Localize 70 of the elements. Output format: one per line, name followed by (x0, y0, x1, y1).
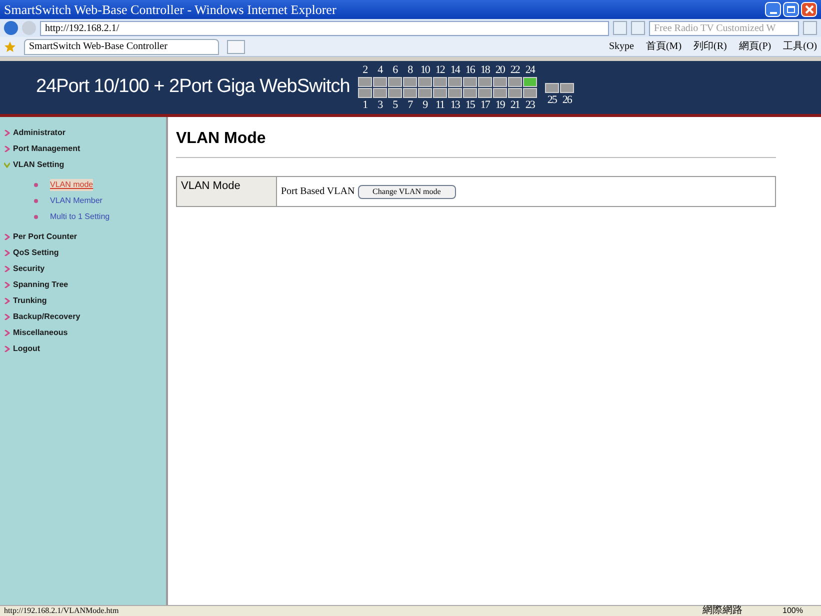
zoom-level[interactable]: 100% (782, 606, 803, 616)
port-number: 26 (561, 94, 573, 106)
port-number: 5 (392, 99, 399, 111)
sidebar-item[interactable]: Administrator (4, 125, 166, 141)
port-number: 24 (524, 64, 536, 76)
port-number: 13 (449, 99, 461, 111)
change-mode-button[interactable]: Change VLAN mode (358, 184, 456, 198)
port-number: 9 (422, 99, 429, 111)
sidebar-item[interactable]: Security (4, 261, 166, 277)
browser-tab[interactable]: SmartSwitch Web-Base Controller (24, 38, 219, 54)
stop-button[interactable] (631, 21, 645, 35)
port-number: 12 (434, 64, 446, 76)
sidebar-item[interactable]: Trunking (4, 293, 166, 309)
port-number: 15 (464, 99, 476, 111)
banner-title: 24Port 10/100 + 2Port Giga WebSwitch (36, 75, 350, 100)
toolbar-button[interactable]: 列印(R) (694, 39, 727, 54)
star-icon[interactable] (4, 40, 16, 52)
new-tab-button[interactable] (227, 40, 245, 54)
bullet-icon (34, 199, 38, 203)
window-title: SmartSwitch Web-Base Controller - Windows Internet Explorer (4, 0, 336, 19)
refresh-button[interactable] (613, 21, 627, 35)
table-cell-text: Port Based VLAN (281, 185, 355, 199)
search-field[interactable]: Free Radio TV Customized W (649, 20, 799, 36)
port-number: 4 (376, 64, 384, 76)
port-number: 23 (524, 99, 536, 111)
toolbar-button[interactable]: 工具(O) (783, 39, 817, 54)
port-number: 11 (434, 99, 446, 111)
sidebar-item[interactable]: Backup/Recovery (4, 309, 166, 325)
page-heading: VLAN Mode (176, 127, 776, 158)
toolbar-button[interactable]: 網頁(P) (738, 39, 772, 54)
bullet-icon (34, 215, 38, 219)
sidebar-item[interactable]: Spanning Tree (4, 277, 166, 293)
bullet-icon (34, 183, 38, 187)
port-number: 8 (406, 64, 414, 76)
toolbar-button[interactable]: 首頁(M) (646, 39, 682, 54)
sidebar-item[interactable]: Per Port Counter (4, 229, 166, 245)
search-button[interactable] (803, 21, 817, 35)
port-number: 3 (376, 99, 384, 111)
status-zone: 網際網路 (702, 606, 743, 616)
sidebar-item[interactable]: QoS Setting (4, 245, 166, 261)
sidebar-item[interactable]: Port Management (4, 141, 166, 157)
port-number: 16 (464, 64, 476, 76)
close-icon (804, 5, 814, 14)
sidebar-item[interactable]: Logout (4, 341, 166, 357)
port-number: 20 (494, 64, 506, 76)
sidebar-item[interactable]: VLAN Setting (4, 157, 166, 173)
port-number: 2 (362, 64, 368, 76)
sidebar-item[interactable]: Miscellaneous (4, 325, 166, 341)
maximize-button[interactable] (783, 2, 799, 17)
back-button[interactable] (4, 21, 18, 35)
port-number: 14 (449, 64, 461, 76)
toolbar-button[interactable]: Skype (608, 39, 634, 54)
port-number: 17 (479, 99, 491, 111)
sidebar-link[interactable]: Multi to 1 Setting (50, 211, 110, 223)
minimize-button[interactable] (765, 2, 781, 17)
port-number: 10 (419, 64, 431, 76)
port-number: 18 (479, 64, 491, 76)
port-number: 1 (362, 99, 368, 111)
table-cell: VLAN Mode (177, 177, 277, 206)
address-field[interactable]: http://192.168.2.1/ (40, 20, 609, 36)
port-number: 21 (509, 99, 521, 111)
close-button[interactable] (801, 2, 817, 17)
sidebar-link[interactable]: VLAN Member (50, 195, 102, 207)
port-number: 22 (509, 64, 521, 76)
port-number: 7 (406, 99, 414, 111)
port-number: 6 (392, 64, 399, 76)
status-url: http://192.168.2.1/VLANMode.htm (4, 606, 119, 616)
port-number: 25 (546, 94, 558, 106)
port-number: 19 (494, 99, 506, 111)
sidebar-link[interactable]: VLAN mode (50, 179, 94, 191)
